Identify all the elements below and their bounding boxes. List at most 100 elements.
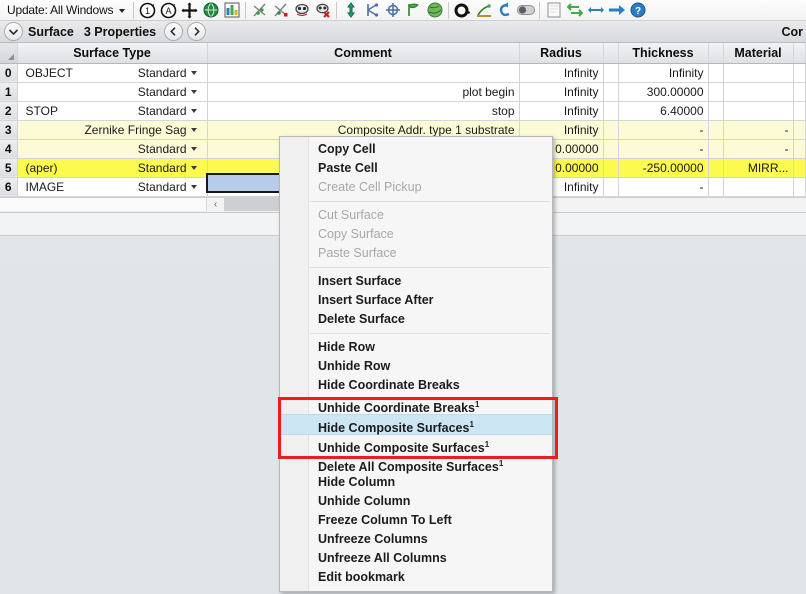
cell-comment[interactable] xyxy=(207,63,520,83)
cell-thickness[interactable]: - xyxy=(618,177,709,197)
column-header-material[interactable]: Material xyxy=(723,43,794,64)
prev-surface-button[interactable] xyxy=(164,22,184,41)
menu-item-insert-surface-after[interactable]: Insert Surface After xyxy=(280,291,552,310)
help-icon[interactable]: ? xyxy=(628,1,647,20)
table-row[interactable]: 1 Standard plot begin Infinity 300.00000 xyxy=(0,82,806,102)
cell-material[interactable]: - xyxy=(723,139,794,159)
page-icon[interactable] xyxy=(544,1,563,20)
cell-surface-type[interactable]: STOP Standard xyxy=(17,101,208,121)
cell-spacer[interactable] xyxy=(708,139,724,159)
ray-split-icon[interactable] xyxy=(362,1,381,20)
cell-thickness[interactable]: - xyxy=(618,139,709,159)
sync-icon[interactable] xyxy=(565,1,584,20)
cell-spacer[interactable] xyxy=(603,158,619,178)
table-row[interactable]: 2 STOP Standard stop Infinity 6.40000 xyxy=(0,101,806,121)
cell-spacer[interactable] xyxy=(793,177,806,197)
cell-material[interactable] xyxy=(723,177,794,197)
cell-radius[interactable]: Infinity xyxy=(519,82,604,102)
row-number[interactable]: 0 xyxy=(0,63,18,83)
cell-thickness[interactable]: Infinity xyxy=(618,63,709,83)
lens-draw-icon[interactable] xyxy=(292,1,311,20)
undo-icon[interactable] xyxy=(495,1,514,20)
menu-item-hide-row[interactable]: Hide Row xyxy=(280,338,552,357)
cell-material[interactable] xyxy=(723,63,794,83)
cell-spacer[interactable] xyxy=(603,63,619,83)
cell-surface-type[interactable]: Standard xyxy=(17,139,208,159)
column-header-thickness[interactable]: Thickness xyxy=(618,43,709,64)
cell-spacer[interactable] xyxy=(793,63,806,83)
cell-spacer[interactable] xyxy=(793,139,806,159)
cell-thickness[interactable]: - xyxy=(618,120,709,140)
menu-item-paste-cell[interactable]: Paste Cell xyxy=(280,159,552,178)
chevron-down-icon[interactable] xyxy=(190,146,197,151)
menu-item-unhide-coordinate-breaks[interactable]: Unhide Coordinate Breaks1 xyxy=(280,395,552,415)
cell-comment[interactable]: plot begin xyxy=(207,82,520,102)
cell-material[interactable]: - xyxy=(723,120,794,140)
table-row[interactable]: 0 OBJECT Standard Infinity Infinity xyxy=(0,63,806,83)
cell-surface-type[interactable]: OBJECT Standard xyxy=(17,63,208,83)
cell-spacer[interactable] xyxy=(708,101,724,121)
menu-item-delete-all-composite-surfaces[interactable]: Delete All Composite Surfaces1 xyxy=(280,454,552,474)
coating-globe-icon[interactable] xyxy=(425,1,444,20)
chevron-down-icon[interactable] xyxy=(190,184,197,189)
cell-spacer[interactable] xyxy=(603,101,619,121)
column-header-comment[interactable]: Comment xyxy=(207,43,520,64)
cell-surface-type[interactable]: Zernike Fringe Sag xyxy=(17,120,208,140)
cell-spacer[interactable] xyxy=(708,177,724,197)
cell-spacer[interactable] xyxy=(708,82,724,102)
globe-icon[interactable] xyxy=(201,1,220,20)
aperture-circle-icon[interactable] xyxy=(453,1,472,20)
resize-icon[interactable] xyxy=(586,1,605,20)
arrow-right-icon[interactable] xyxy=(607,1,626,20)
menu-item-unfreeze-columns[interactable]: Unfreeze Columns xyxy=(280,530,552,549)
menu-item-unhide-column[interactable]: Unhide Column xyxy=(280,492,552,511)
cell-radius[interactable]: Infinity xyxy=(519,63,604,83)
tolerance-icon[interactable] xyxy=(474,1,493,20)
toggle-icon[interactable] xyxy=(516,1,535,20)
polarization-icon[interactable] xyxy=(383,1,402,20)
cell-spacer[interactable] xyxy=(708,120,724,140)
menu-item-hide-column[interactable]: Hide Column xyxy=(280,473,552,492)
scrollbar-left-arrow[interactable]: ‹ xyxy=(207,198,224,211)
row-number[interactable]: 6 xyxy=(0,177,18,197)
update-mode-dropdown-arrow[interactable] xyxy=(119,9,126,13)
update-all-icon[interactable]: 1 xyxy=(138,1,157,20)
cell-spacer[interactable] xyxy=(708,63,724,83)
cell-spacer[interactable] xyxy=(603,139,619,159)
chevron-down-icon[interactable] xyxy=(190,70,197,75)
row-number[interactable]: 1 xyxy=(0,82,18,102)
menu-item-insert-surface[interactable]: Insert Surface xyxy=(280,272,552,291)
flag-icon[interactable] xyxy=(404,1,423,20)
menu-item-unfreeze-all-columns[interactable]: Unfreeze All Columns xyxy=(280,549,552,568)
menu-item-edit-bookmark[interactable]: Edit bookmark xyxy=(280,568,552,587)
update-all-windows-icon[interactable]: A xyxy=(159,1,178,20)
cell-material[interactable] xyxy=(723,82,794,102)
cell-thickness[interactable]: -250.00000 xyxy=(618,158,709,178)
move-crosshair-icon[interactable] xyxy=(180,1,199,20)
row-number[interactable]: 3 xyxy=(0,120,18,140)
lens-draw-delete-icon[interactable] xyxy=(313,1,332,20)
chevron-down-icon[interactable] xyxy=(190,89,197,94)
cell-spacer[interactable] xyxy=(793,158,806,178)
cell-material[interactable]: MIRR... xyxy=(723,158,794,178)
cell-material[interactable] xyxy=(723,101,794,121)
cell-surface-type[interactable]: Standard xyxy=(17,82,208,102)
chevron-down-icon[interactable] xyxy=(4,22,23,41)
menu-item-copy-cell[interactable]: Copy Cell xyxy=(280,140,552,159)
cell-spacer[interactable] xyxy=(793,120,806,140)
scatter-green-icon[interactable] xyxy=(250,1,269,20)
chevron-down-icon[interactable] xyxy=(190,127,197,132)
cell-surface-type[interactable]: (aper) Standard xyxy=(17,158,208,178)
cell-spacer[interactable] xyxy=(603,177,619,197)
menu-item-freeze-column-to-left[interactable]: Freeze Column To Left xyxy=(280,511,552,530)
cell-spacer[interactable] xyxy=(793,82,806,102)
menu-item-unhide-row[interactable]: Unhide Row xyxy=(280,357,552,376)
row-number[interactable]: 2 xyxy=(0,101,18,121)
next-surface-button[interactable] xyxy=(187,22,207,41)
update-mode-label[interactable]: Update: All Windows xyxy=(3,3,115,17)
cell-thickness[interactable]: 6.40000 xyxy=(618,101,709,121)
chevron-down-icon[interactable] xyxy=(190,108,197,113)
menu-item-hide-composite-surfaces[interactable]: Hide Composite Surfaces1 xyxy=(280,414,552,435)
select-all-corner[interactable] xyxy=(0,43,18,64)
menu-item-hide-coordinate-breaks[interactable]: Hide Coordinate Breaks xyxy=(280,376,552,395)
